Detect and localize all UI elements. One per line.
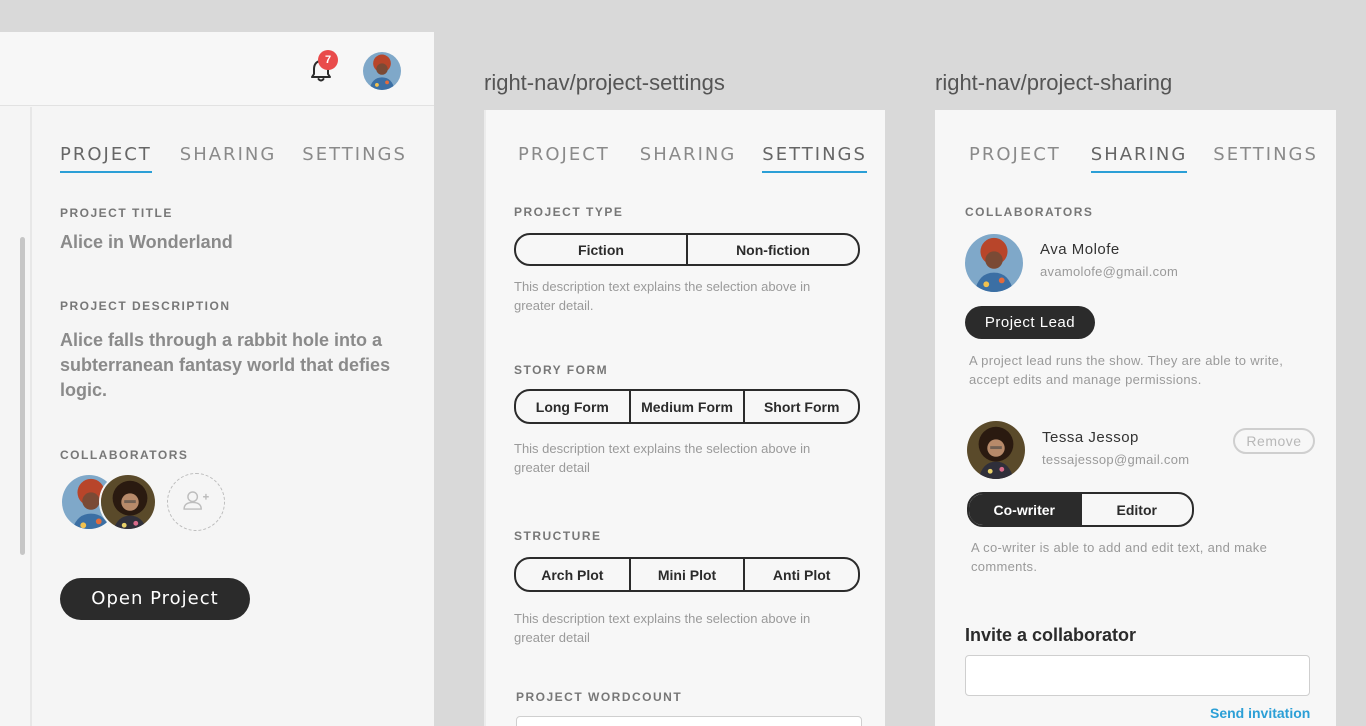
role-badge[interactable]: Project Lead (965, 306, 1095, 339)
option-fiction[interactable]: Fiction (516, 235, 688, 264)
wordcount-label: PROJECT WORDCOUNT (516, 690, 683, 704)
tab-settings[interactable]: SETTINGS (1213, 144, 1318, 173)
avatar (967, 421, 1025, 479)
collaborators-label: COLLABORATORS (965, 205, 1094, 219)
role-selector: Co-writer Editor (967, 492, 1194, 527)
structure-selector: Arch Plot Mini Plot Anti Plot (514, 557, 860, 592)
open-project-button[interactable]: Open Project (60, 578, 250, 620)
top-bar: 7 (0, 32, 434, 106)
tab-settings[interactable]: SETTINGS (762, 144, 867, 173)
option-long-form[interactable]: Long Form (516, 391, 631, 422)
tab-project[interactable]: PROJECT (518, 144, 610, 173)
project-description-value[interactable]: Alice falls through a rabbit hole into a… (60, 328, 400, 403)
tab-sharing[interactable]: SHARING (640, 144, 737, 173)
collaborator-name: Tessa Jessop (1042, 429, 1139, 446)
remove-collaborator-button[interactable]: Remove (1233, 428, 1315, 454)
option-anti-plot[interactable]: Anti Plot (745, 559, 858, 590)
story-form-hint: This description text explains the selec… (514, 441, 811, 475)
project-type-selector: Fiction Non-fiction (514, 233, 860, 266)
role-hint: A co-writer is able to add and edit text… (971, 540, 1268, 574)
notification-badge: 7 (318, 50, 338, 70)
project-title-value[interactable]: Alice in Wonderland (60, 232, 233, 253)
option-co-writer[interactable]: Co-writer (969, 494, 1082, 525)
project-type-label: PROJECT TYPE (514, 205, 624, 219)
frame-label-sharing: right-nav/project-sharing (935, 70, 1173, 95)
frame-label-settings: right-nav/project-settings (484, 70, 725, 95)
avatar (965, 234, 1023, 292)
collaborator-avatar (99, 473, 157, 531)
collaborators-label: COLLABORATORS (60, 448, 189, 462)
tab-sharing[interactable]: SHARING (1090, 144, 1188, 173)
option-short-form[interactable]: Short Form (745, 391, 858, 422)
panel-divider (30, 107, 32, 726)
tab-sharing[interactable]: SHARING (180, 144, 277, 173)
option-arch-plot[interactable]: Arch Plot (516, 559, 631, 590)
add-collaborator-button[interactable] (167, 473, 225, 531)
tab-project[interactable]: PROJECT (969, 144, 1061, 173)
option-non-fiction[interactable]: Non-fiction (688, 235, 858, 264)
tab-settings[interactable]: SETTINGS (302, 144, 407, 173)
collaborator-email: tessajessop@gmail.com (1042, 452, 1190, 467)
panel-tabs: PROJECT SHARING SETTINGS (969, 144, 1346, 173)
story-form-label: STORY FORM (514, 363, 609, 377)
invite-email-input[interactable] (965, 655, 1310, 696)
add-person-icon (183, 491, 209, 510)
collaborator-email: avamolofe@gmail.com (1040, 264, 1179, 279)
option-mini-plot[interactable]: Mini Plot (631, 559, 746, 590)
option-medium-form[interactable]: Medium Form (631, 391, 746, 422)
option-editor[interactable]: Editor (1082, 494, 1193, 525)
story-form-selector: Long Form Medium Form Short Form (514, 389, 860, 424)
wordcount-input[interactable] (516, 716, 862, 726)
tab-project[interactable]: PROJECT (60, 144, 152, 173)
project-panel: 7 PROJECT SHARING SETTINGS PROJECT TITLE… (0, 32, 434, 726)
avatar[interactable] (363, 52, 401, 90)
send-invitation-link[interactable]: Send invitation (1210, 705, 1310, 721)
structure-hint: This description text explains the selec… (514, 611, 811, 645)
project-title-label: PROJECT TITLE (60, 206, 173, 220)
role-hint: A project lead runs the show. They are a… (969, 353, 1284, 387)
settings-panel: PROJECT SHARING SETTINGS PROJECT TYPE Fi… (484, 110, 885, 726)
panel-tabs: PROJECT SHARING SETTINGS (518, 144, 895, 173)
project-description-label: PROJECT DESCRIPTION (60, 299, 231, 313)
scrollbar[interactable] (20, 237, 25, 555)
structure-label: STRUCTURE (514, 529, 602, 543)
sharing-panel: PROJECT SHARING SETTINGS COLLABORATORS A… (935, 110, 1336, 726)
project-type-hint: This description text explains the selec… (514, 279, 811, 313)
collaborator-name: Ava Molofe (1040, 241, 1120, 258)
panel-tabs: PROJECT SHARING SETTINGS (60, 144, 435, 173)
invite-heading: Invite a collaborator (965, 625, 1137, 645)
